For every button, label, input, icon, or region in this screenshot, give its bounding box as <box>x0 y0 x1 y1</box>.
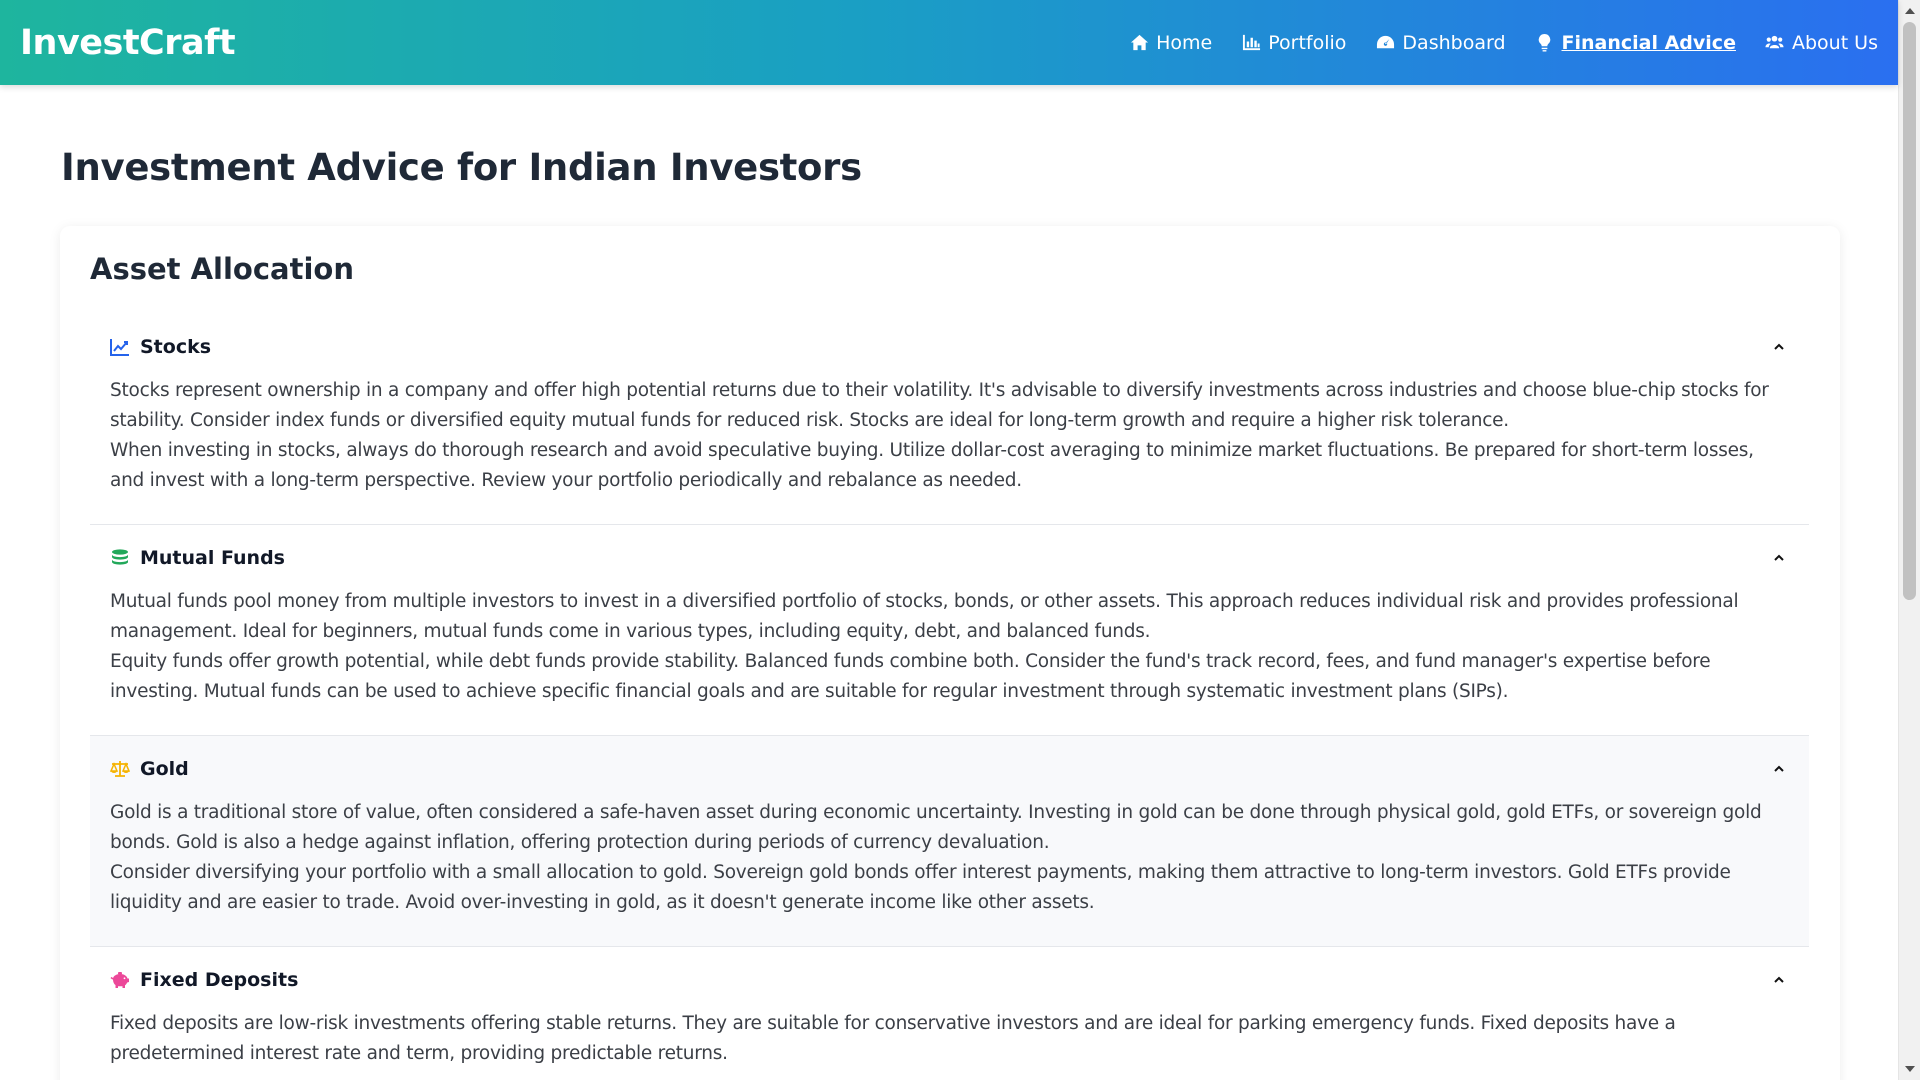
brand-logo[interactable]: InvestCraft <box>20 23 236 63</box>
top-navbar: InvestCraft Home Portfolio Dashboard Fin… <box>0 0 1898 85</box>
coins-icon <box>110 548 130 568</box>
accordion-title-gold: Gold <box>140 758 189 780</box>
accordion-item-mutual-funds: Mutual Funds Mutual funds pool money fro… <box>90 525 1809 736</box>
fixed-deposits-paragraph-1: Fixed deposits are low-risk investments … <box>110 1013 1676 1064</box>
chevron-up-icon[interactable] <box>1769 757 1789 777</box>
accordion-body-mutual-funds: Mutual funds pool money from multiple in… <box>110 587 1789 735</box>
scroll-up-arrow[interactable] <box>1899 2 1920 20</box>
accordion-header-stocks[interactable]: Stocks <box>110 314 1789 376</box>
nav-dashboard-label: Dashboard <box>1402 31 1506 54</box>
mutual-funds-paragraph-1: Mutual funds pool money from multiple in… <box>110 591 1739 642</box>
accordion-item-gold: Gold Gold is a traditional store of valu… <box>90 736 1809 947</box>
nav-financial-advice-label: Financial Advice <box>1561 31 1736 54</box>
chevron-up-icon[interactable] <box>1769 546 1789 566</box>
scroll-thumb[interactable] <box>1903 22 1916 600</box>
bar-chart-icon <box>1241 33 1261 53</box>
chevron-up-icon[interactable] <box>1769 968 1789 988</box>
mutual-funds-paragraph-2: Equity funds offer growth potential, whi… <box>110 651 1711 702</box>
home-icon <box>1129 33 1149 53</box>
users-icon <box>1765 33 1785 53</box>
nav-about-link[interactable]: About Us <box>1765 32 1878 54</box>
accordion-header-gold[interactable]: Gold <box>110 736 1789 798</box>
nav-home-label: Home <box>1156 31 1213 54</box>
nav-home-link[interactable]: Home <box>1129 32 1212 54</box>
balance-scale-icon <box>110 759 130 779</box>
accordion-body-gold: Gold is a traditional store of value, of… <box>110 798 1789 946</box>
accordion-header-fixed-deposits[interactable]: Fixed Deposits <box>110 947 1789 1009</box>
piggy-bank-icon <box>110 970 130 990</box>
nav-links: Home Portfolio Dashboard Financial Advic… <box>1129 32 1878 54</box>
accordion-title-fixed-deposits: Fixed Deposits <box>140 969 299 991</box>
chevron-up-icon[interactable] <box>1769 335 1789 355</box>
nav-dashboard-link[interactable]: Dashboard <box>1375 31 1506 54</box>
accordion-body-fixed-deposits: Fixed deposits are low-risk investments … <box>110 1009 1789 1069</box>
line-chart-icon <box>110 337 130 357</box>
nav-about-label: About Us <box>1791 31 1878 54</box>
scroll-down-arrow[interactable] <box>1899 1060 1920 1078</box>
page-title: Investment Advice for Indian Investors <box>61 146 862 189</box>
stocks-paragraph-2: When investing in stocks, always do thor… <box>110 440 1754 491</box>
nav-financial-advice-link[interactable]: Financial Advice <box>1535 32 1736 54</box>
gold-paragraph-1: Gold is a traditional store of value, of… <box>110 802 1762 853</box>
vertical-scrollbar[interactable] <box>1898 0 1920 1080</box>
accordion-item-fixed-deposits: Fixed Deposits Fixed deposits are low-ri… <box>90 947 1809 1069</box>
lightbulb-icon <box>1535 33 1555 53</box>
accordion-title-stocks: Stocks <box>140 336 212 358</box>
gold-paragraph-2: Consider diversifying your portfolio wit… <box>110 862 1731 913</box>
nav-portfolio-label: Portfolio <box>1268 31 1347 54</box>
stocks-paragraph-1: Stocks represent ownership in a company … <box>110 380 1769 431</box>
accordion-body-stocks: Stocks represent ownership in a company … <box>110 376 1789 524</box>
accordion-header-mutual-funds[interactable]: Mutual Funds <box>110 525 1789 587</box>
section-title: Asset Allocation <box>90 252 354 286</box>
asset-allocation-card: Asset Allocation Stocks Stocks represent… <box>60 226 1840 1080</box>
accordion-title-mutual-funds: Mutual Funds <box>140 547 285 569</box>
nav-portfolio-link[interactable]: Portfolio <box>1241 32 1346 54</box>
tachometer-icon <box>1375 33 1395 53</box>
accordion-item-stocks: Stocks Stocks represent ownership in a c… <box>90 314 1809 525</box>
